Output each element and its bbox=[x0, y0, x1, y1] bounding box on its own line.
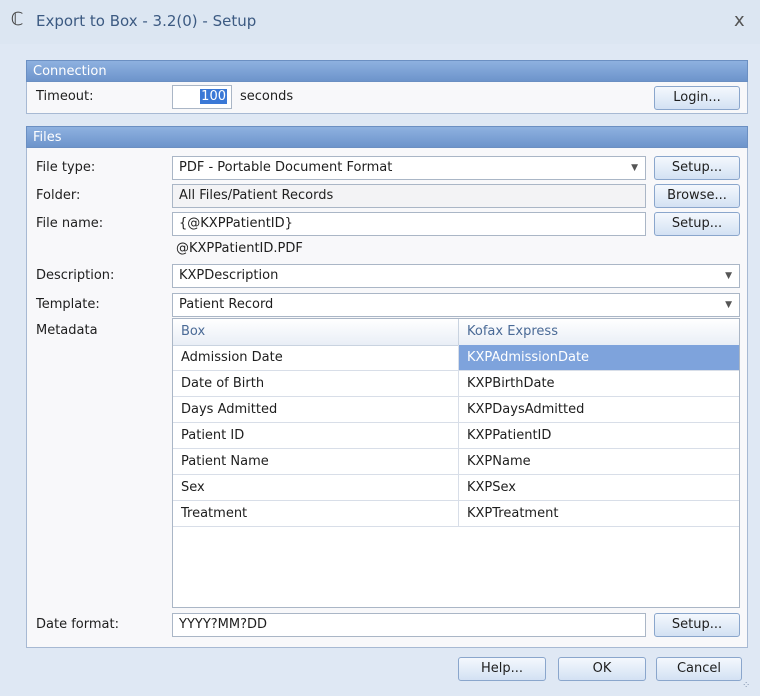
folder-field: All Files/Patient Records bbox=[172, 184, 646, 208]
kofax-field-cell[interactable]: KXPName bbox=[459, 449, 739, 474]
file-type-dropdown[interactable]: PDF - Portable Document Format ▼ bbox=[172, 156, 646, 180]
description-dropdown[interactable]: KXPDescription ▼ bbox=[172, 264, 740, 288]
table-row[interactable]: Treatment KXPTreatment bbox=[173, 501, 739, 527]
ok-button[interactable]: OK bbox=[558, 657, 646, 681]
files-section-header: Files bbox=[26, 126, 748, 148]
kofax-field-cell[interactable]: KXPPatientID bbox=[459, 423, 739, 448]
chevron-down-icon: ▼ bbox=[725, 300, 732, 310]
date-format-setup-button[interactable]: Setup... bbox=[654, 613, 740, 637]
kofax-field-cell[interactable]: KXPAdmissionDate bbox=[459, 345, 739, 370]
connection-section bbox=[26, 82, 748, 114]
browse-button[interactable]: Browse... bbox=[654, 184, 740, 208]
table-row[interactable]: Patient Name KXPName bbox=[173, 449, 739, 475]
metadata-grid[interactable]: Box Kofax Express Admission Date KXPAdmi… bbox=[172, 318, 740, 608]
metadata-grid-header: Box Kofax Express bbox=[173, 319, 739, 346]
title-bar[interactable]: ℂ Export to Box - 3.2(0) - Setup x bbox=[0, 0, 760, 44]
file-type-value: PDF - Portable Document Format bbox=[179, 160, 393, 175]
box-field-cell: Treatment bbox=[173, 501, 459, 526]
column-header-box[interactable]: Box bbox=[173, 319, 459, 345]
timeout-input[interactable]: 100 bbox=[172, 85, 232, 109]
table-row[interactable]: Patient ID KXPPatientID bbox=[173, 423, 739, 449]
metadata-label: Metadata bbox=[36, 323, 98, 338]
setup-dialog: ℂ Export to Box - 3.2(0) - Setup x Conne… bbox=[0, 0, 760, 696]
resize-grip-icon[interactable]: ⁘ bbox=[742, 680, 750, 691]
table-row[interactable]: Days Admitted KXPDaysAdmitted bbox=[173, 397, 739, 423]
file-type-label: File type: bbox=[36, 160, 96, 175]
template-value: Patient Record bbox=[179, 297, 274, 312]
window-title: Export to Box - 3.2(0) - Setup bbox=[36, 12, 257, 30]
kofax-field-cell[interactable]: KXPTreatment bbox=[459, 501, 739, 526]
template-label: Template: bbox=[36, 297, 100, 312]
box-field-cell: Sex bbox=[173, 475, 459, 500]
file-type-setup-button[interactable]: Setup... bbox=[654, 156, 740, 180]
table-row[interactable]: Admission Date KXPAdmissionDate bbox=[173, 345, 739, 371]
help-button[interactable]: Help... bbox=[458, 657, 546, 681]
table-row[interactable]: Date of Birth KXPBirthDate bbox=[173, 371, 739, 397]
box-field-cell: Patient Name bbox=[173, 449, 459, 474]
kofax-field-cell[interactable]: KXPSex bbox=[459, 475, 739, 500]
box-field-cell: Date of Birth bbox=[173, 371, 459, 396]
file-name-preview: @KXPPatientID.PDF bbox=[176, 241, 303, 256]
file-name-input[interactable]: {@KXPPatientID} bbox=[172, 212, 646, 236]
box-field-cell: Patient ID bbox=[173, 423, 459, 448]
chevron-down-icon: ▼ bbox=[631, 163, 638, 173]
table-row[interactable]: Sex KXPSex bbox=[173, 475, 739, 501]
kofax-field-cell[interactable]: KXPBirthDate bbox=[459, 371, 739, 396]
login-button[interactable]: Login... bbox=[654, 86, 740, 110]
column-header-kofax-express[interactable]: Kofax Express bbox=[459, 319, 739, 345]
box-field-cell: Days Admitted bbox=[173, 397, 459, 422]
file-name-setup-button[interactable]: Setup... bbox=[654, 212, 740, 236]
close-icon[interactable]: x bbox=[734, 10, 745, 31]
description-value: KXPDescription bbox=[179, 268, 279, 283]
template-dropdown[interactable]: Patient Record ▼ bbox=[172, 293, 740, 317]
date-format-input[interactable]: YYYY?MM?DD bbox=[172, 613, 646, 637]
kofax-field-cell[interactable]: KXPDaysAdmitted bbox=[459, 397, 739, 422]
app-logo-icon: ℂ bbox=[10, 9, 24, 30]
cancel-button[interactable]: Cancel bbox=[656, 657, 742, 681]
timeout-label: Timeout: bbox=[36, 89, 94, 104]
file-name-label: File name: bbox=[36, 216, 104, 231]
chevron-down-icon: ▼ bbox=[725, 271, 732, 281]
timeout-unit-label: seconds bbox=[240, 89, 294, 104]
connection-section-header: Connection bbox=[26, 60, 748, 82]
box-field-cell: Admission Date bbox=[173, 345, 459, 370]
folder-label: Folder: bbox=[36, 188, 81, 203]
description-label: Description: bbox=[36, 268, 115, 283]
date-format-label: Date format: bbox=[36, 617, 119, 632]
